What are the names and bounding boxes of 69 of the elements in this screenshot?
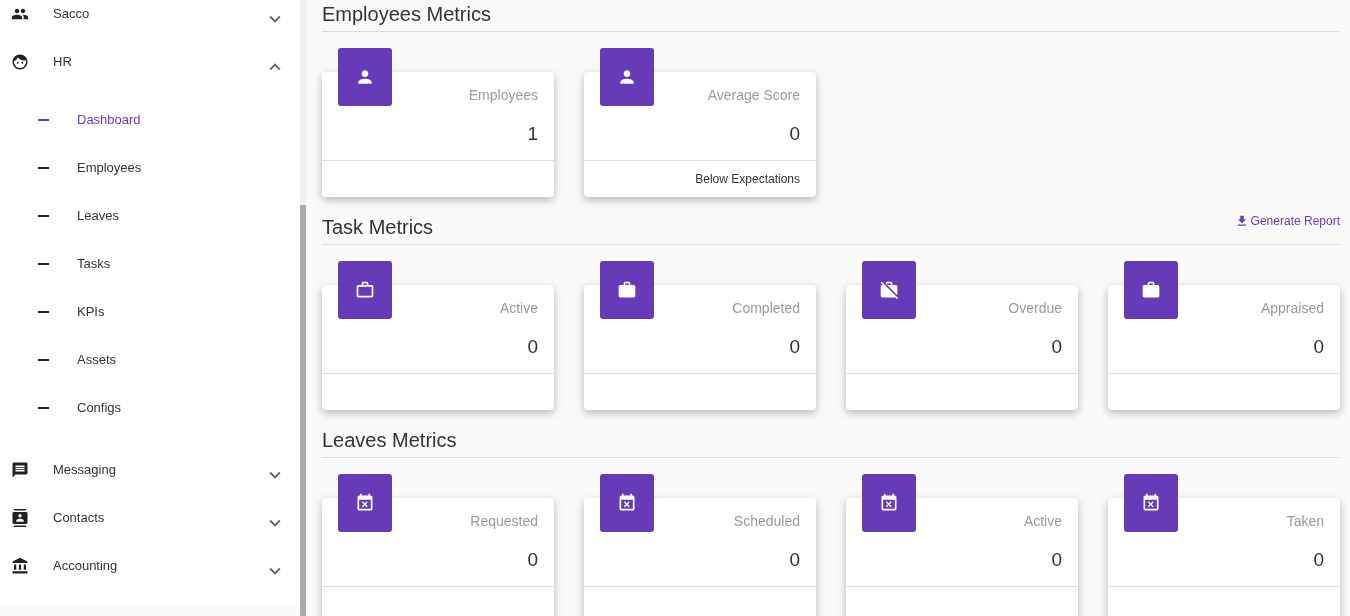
dash-icon	[38, 119, 49, 121]
calendar-x-icon	[879, 493, 899, 513]
sidebar-subitem[interactable]: Tasks	[0, 240, 300, 288]
briefcase-icon	[1141, 280, 1161, 300]
sidebar-item[interactable]: Sacco	[0, 0, 300, 38]
sidebar-label: Assets	[77, 351, 116, 370]
sidebar-label: Sacco	[53, 5, 91, 24]
metric-value: 0	[1313, 335, 1324, 359]
sidebar-subitem[interactable]: Employees	[0, 144, 300, 192]
metric-label: Appraised	[1260, 299, 1324, 318]
sidebar-label: HR	[53, 53, 73, 72]
crossed-briefcase-icon	[879, 280, 899, 300]
briefcase-icon	[355, 280, 375, 300]
sidebar-label: KPIs	[77, 303, 105, 322]
briefcase-icon	[617, 280, 637, 300]
sidebar-label: Tasks	[77, 255, 111, 274]
metric-value: 0	[1051, 335, 1062, 359]
metric-label: Completed	[732, 299, 800, 318]
metric-value: 0	[789, 122, 800, 146]
metric-label: Overdue	[1008, 299, 1062, 318]
metric-label: Requested	[470, 512, 538, 531]
calendar-x-icon	[617, 493, 637, 513]
metric-label: Employees	[468, 86, 538, 105]
section-title: Employees Metrics	[322, 2, 491, 27]
sidebar-label: Dashboard	[77, 111, 141, 130]
sidebar-label: Employees	[77, 159, 142, 178]
calendar-x-icon	[1141, 493, 1161, 513]
sidebar-label: Accounting	[53, 557, 119, 576]
sidebar-item[interactable]: Contacts	[0, 494, 300, 542]
sidebar-subitem[interactable]: KPIs	[0, 288, 300, 336]
sidebar-subitem[interactable]: Configs	[0, 384, 300, 432]
dash-icon	[38, 263, 49, 265]
metric-value: 0	[789, 335, 800, 359]
sidebar-item[interactable]: Messaging	[0, 446, 300, 494]
metric-label: Active	[1023, 512, 1062, 531]
sidebar-label: Messaging	[53, 461, 117, 480]
metric-label: Scheduled	[733, 512, 800, 531]
bank-icon	[11, 557, 29, 575]
face-icon	[11, 53, 29, 71]
metric-label: Average Score	[707, 86, 800, 105]
sidebar-subitem[interactable]: Dashboard	[0, 96, 300, 144]
metric-label: Active	[499, 299, 538, 318]
sidebar-subitem[interactable]: Leaves	[0, 192, 300, 240]
sidebar-label: Leaves	[77, 207, 119, 226]
dash-icon	[38, 407, 49, 409]
dash-icon	[38, 215, 49, 217]
scrollbar[interactable]	[300, 0, 306, 616]
metric-value: 0	[1313, 548, 1324, 572]
metric-value: 0	[789, 548, 800, 572]
dash-icon	[38, 311, 49, 313]
metric-value: 0	[527, 548, 538, 572]
generate-report-link[interactable]: Generate Report	[1234, 212, 1340, 230]
calendar-x-icon	[355, 493, 375, 513]
message-icon	[11, 461, 29, 479]
sidebar-label: Configs	[77, 399, 122, 418]
sidebar-item[interactable]: Accounting	[0, 542, 300, 590]
metric-value: 0	[1051, 548, 1062, 572]
section-title: Leaves Metrics	[322, 428, 457, 453]
metric-label: Taken	[1286, 512, 1324, 531]
metric-value: 1	[527, 122, 538, 146]
metric-footer: Below Expectations	[695, 170, 800, 188]
sidebar-item[interactable]: HR	[0, 38, 300, 86]
sidebar-label: Contacts	[53, 509, 106, 528]
section-title: Task Metrics	[322, 215, 434, 240]
dash-icon	[38, 167, 49, 169]
contacts-icon	[11, 509, 29, 527]
dash-icon	[38, 359, 49, 361]
metric-value: 0	[527, 335, 538, 359]
sidebar-subitem[interactable]: Assets	[0, 336, 300, 384]
